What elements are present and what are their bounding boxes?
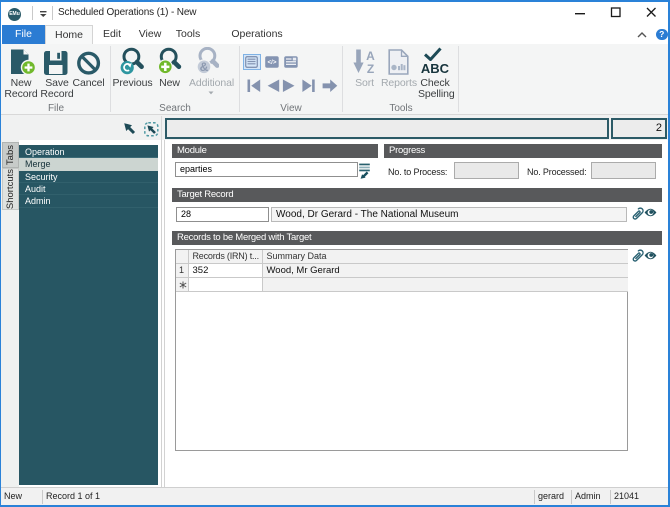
svg-text:&: &	[200, 60, 209, 74]
svg-text:</>: </>	[267, 59, 276, 66]
svg-text:A: A	[366, 49, 375, 63]
svg-text:Z: Z	[366, 62, 373, 75]
